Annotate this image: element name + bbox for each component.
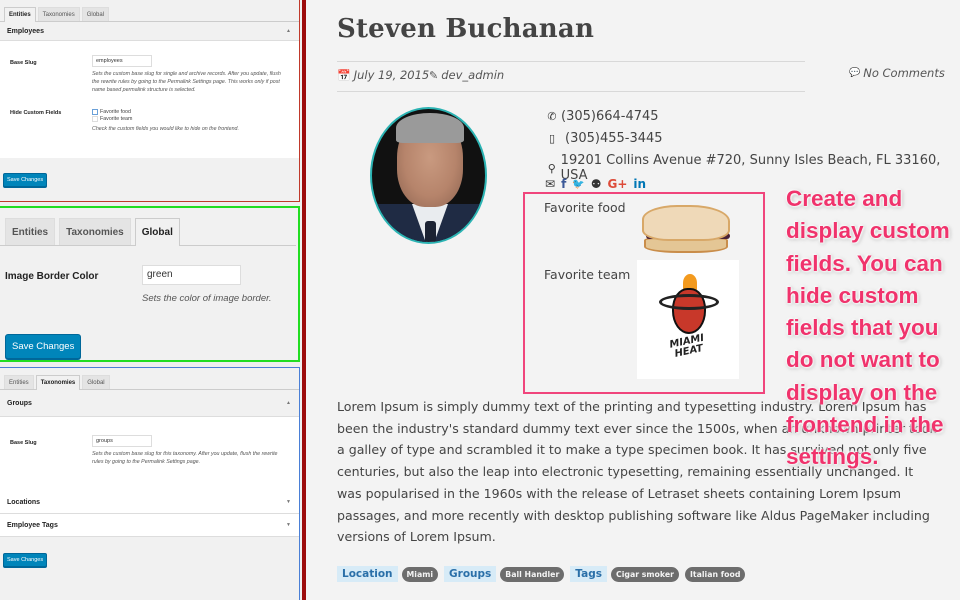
image-border-color-description: Sets the color of image border. xyxy=(142,293,272,304)
settings-tabs: Entities Taxonomies Global xyxy=(0,368,299,390)
tab-taxonomies[interactable]: Taxonomies xyxy=(59,218,131,245)
twitter-icon[interactable]: 🐦 xyxy=(572,179,584,190)
linkedin-icon[interactable]: in xyxy=(633,177,646,191)
hide-fields-row: Hide Custom Fields Favorite food Favorit… xyxy=(10,108,289,133)
github-icon[interactable]: ⚉ xyxy=(591,177,602,191)
section-title: Employee Tags xyxy=(7,521,58,529)
location-label[interactable]: Location xyxy=(337,566,398,582)
base-slug-label: Base Slug xyxy=(10,440,37,446)
tab-entities[interactable]: Entities xyxy=(4,7,36,22)
favorite-food-label: Favorite food xyxy=(544,200,626,215)
base-slug-input[interactable]: groups xyxy=(92,435,152,447)
tag-term[interactable]: Italian food xyxy=(685,566,746,582)
post-author[interactable]: ✎ dev_admin xyxy=(429,68,504,82)
favorite-food-image xyxy=(638,203,736,255)
team-logo-text: MIAMI HEAT xyxy=(668,332,706,360)
favorite-food-checkbox[interactable] xyxy=(92,108,98,115)
base-slug-input[interactable]: employees xyxy=(92,55,152,67)
post-date: 📅 July 19, 2015 xyxy=(337,68,429,82)
comment-icon: 💬 xyxy=(849,68,861,78)
phone-row: ✆ (305)664-4745 xyxy=(546,109,659,124)
taxonomies-settings-panel: Entities Taxonomies Global Groups ▲ Base… xyxy=(0,367,300,600)
locations-section-header[interactable]: Locations ▼ xyxy=(0,491,299,514)
base-slug-row: Base Slug employees Sets the custom base… xyxy=(10,55,289,94)
tab-entities[interactable]: Entities xyxy=(5,218,56,245)
mobile-number[interactable]: (305)455-3445 xyxy=(565,131,663,146)
facebook-icon[interactable]: f xyxy=(561,177,566,191)
hide-favorite-team-option[interactable]: Favorite team xyxy=(92,115,289,122)
feature-annotation: Create and display custom fields. You ca… xyxy=(786,186,950,470)
email-icon[interactable]: ✉ xyxy=(545,177,555,191)
mobile-phone-icon: ▯ xyxy=(548,132,556,145)
hide-fields-label: Hide Custom Fields xyxy=(10,110,62,116)
employees-section-header[interactable]: Employees ▲ xyxy=(0,22,299,41)
section-title: Locations xyxy=(7,498,41,506)
base-slug-row: Base Slug groups Sets the custom base sl… xyxy=(10,435,289,466)
tag-term[interactable]: Cigar smoker xyxy=(610,566,679,582)
save-changes-button[interactable]: Save Changes xyxy=(5,334,82,359)
group-term[interactable]: Ball Handler xyxy=(500,566,565,582)
divider xyxy=(337,61,805,62)
phone-icon: ✆ xyxy=(547,110,557,123)
base-slug-description: Sets the custom base slug for single and… xyxy=(92,71,281,93)
map-pin-icon: ⚲ xyxy=(547,161,556,175)
favorite-team-image: MIAMI HEAT xyxy=(637,260,739,379)
section-title: Groups xyxy=(7,399,32,407)
employee-avatar xyxy=(370,107,487,244)
admin-settings-column: Entities Taxonomies Global Employees ▲ B… xyxy=(0,0,302,600)
tab-global[interactable]: Global xyxy=(134,218,180,246)
comments-link[interactable]: 💬 No Comments xyxy=(849,66,945,80)
social-links: ✉ f 🐦 ⚉ G+ in xyxy=(545,177,646,191)
base-slug-label: Base Slug xyxy=(10,60,37,66)
employee-profile-page: Steven Buchanan 📅 July 19, 2015 ✎ dev_ad… xyxy=(306,0,960,600)
save-changes-button[interactable]: Save Changes xyxy=(3,173,48,187)
calendar-icon: 📅 xyxy=(337,68,351,82)
page-title: Steven Buchanan xyxy=(337,14,595,44)
global-settings-panel: Entities Taxonomies Global Image Border … xyxy=(0,206,300,362)
groups-label[interactable]: Groups xyxy=(444,566,497,582)
collapse-arrow-icon[interactable]: ▲ xyxy=(286,28,291,34)
entities-settings-panel: Entities Taxonomies Global Employees ▲ B… xyxy=(0,0,300,202)
date-text: July 19, 2015 xyxy=(353,68,430,82)
groups-section-header[interactable]: Groups ▲ xyxy=(0,390,299,417)
mobile-row: ▯ (305)455-3445 xyxy=(546,131,663,146)
hoop-icon xyxy=(659,294,719,310)
base-slug-description: Sets the custom base slug for this taxon… xyxy=(92,451,278,465)
expand-arrow-icon[interactable]: ▼ xyxy=(286,499,291,505)
checkbox-label: Favorite food xyxy=(100,108,131,115)
tab-taxonomies[interactable]: Taxonomies xyxy=(37,7,80,21)
section-title: Employees xyxy=(7,27,44,35)
favorite-team-checkbox[interactable] xyxy=(92,115,98,122)
checkbox-label: Favorite team xyxy=(100,115,133,122)
divider xyxy=(337,91,805,92)
tab-global[interactable]: Global xyxy=(82,375,110,389)
google-plus-icon[interactable]: G+ xyxy=(608,177,628,191)
comments-text[interactable]: No Comments xyxy=(863,66,945,80)
settings-tabs: Entities Taxonomies Global xyxy=(0,0,299,22)
tags-label[interactable]: Tags xyxy=(570,566,607,582)
tab-global[interactable]: Global xyxy=(81,7,110,21)
tab-entities[interactable]: Entities xyxy=(4,375,34,389)
image-border-color-input[interactable]: green xyxy=(142,265,241,285)
custom-fields-highlight: Favorite food Favorite team MIAMI HEAT xyxy=(523,192,765,394)
expand-arrow-icon[interactable]: ▼ xyxy=(286,522,291,528)
save-changes-button[interactable]: Save Changes xyxy=(3,553,48,567)
employee-tags-section-header[interactable]: Employee Tags ▼ xyxy=(0,514,299,537)
hide-favorite-food-option[interactable]: Favorite food xyxy=(92,108,289,115)
settings-tabs: Entities Taxonomies Global xyxy=(0,208,296,246)
author-link[interactable]: dev_admin xyxy=(441,68,504,82)
taxonomy-terms: Location Miami Groups Ball Handler Tags … xyxy=(337,566,747,582)
employees-section-body: Base Slug employees Sets the custom base… xyxy=(0,41,299,158)
location-term[interactable]: Miami xyxy=(401,566,439,582)
groups-section-body: Base Slug groups Sets the custom base sl… xyxy=(0,417,299,491)
pencil-icon: ✎ xyxy=(429,68,439,82)
phone-number[interactable]: (305)664-4745 xyxy=(561,109,659,124)
tab-taxonomies[interactable]: Taxonomies xyxy=(35,375,81,390)
collapse-arrow-icon[interactable]: ▲ xyxy=(286,400,291,406)
hide-fields-description: Check the custom fields you would like t… xyxy=(92,126,239,132)
favorite-team-label: Favorite team xyxy=(544,267,631,282)
image-border-color-label: Image Border Color xyxy=(5,271,99,282)
